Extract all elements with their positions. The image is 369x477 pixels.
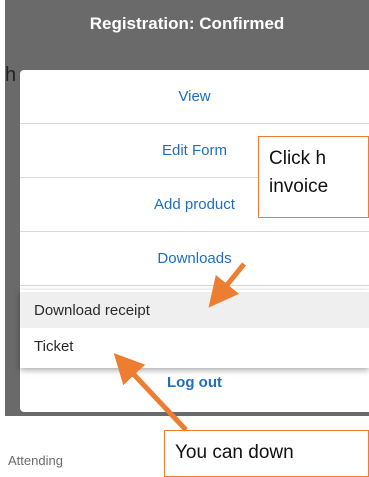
arrow-to-download-receipt	[208, 262, 246, 308]
annotation-arrows	[113, 262, 246, 432]
arrow-to-ticket	[113, 353, 188, 432]
